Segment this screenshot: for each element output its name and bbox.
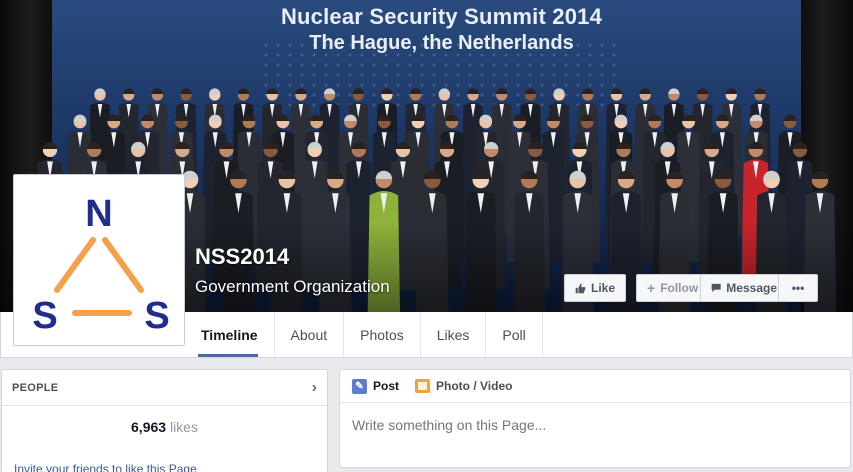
- composer-tabs: ✎ Post Photo / Video: [340, 370, 850, 403]
- logo-letter-s-left: S: [32, 295, 57, 337]
- message-icon: [711, 283, 721, 293]
- person-hair: [668, 88, 680, 94]
- person-hair: [553, 88, 565, 94]
- follow-label: Follow: [660, 281, 699, 295]
- person-hair: [696, 88, 709, 94]
- likes-count: 6,963: [131, 419, 167, 435]
- composer-input[interactable]: [340, 403, 850, 447]
- person-hair: [295, 88, 307, 94]
- more-options-button[interactable]: •••: [778, 274, 818, 302]
- person-hair: [209, 88, 221, 94]
- pencil-icon: ✎: [352, 378, 367, 394]
- likes-label: likes: [169, 419, 198, 435]
- person-hair: [438, 88, 450, 94]
- person-hair: [610, 88, 623, 94]
- person-hair: [237, 88, 250, 94]
- person-hair: [811, 170, 829, 179]
- tab-likes[interactable]: Likes: [421, 312, 487, 357]
- likes-count-row: 6,963 likes: [2, 406, 327, 435]
- person-hair: [639, 88, 651, 94]
- person-hair: [582, 88, 594, 94]
- person-hair: [151, 88, 164, 94]
- nss-logo: N S S: [17, 178, 181, 342]
- logo-letter-s-right: S: [144, 295, 169, 337]
- like-label: Like: [590, 281, 615, 295]
- person-hair: [123, 88, 135, 94]
- person-hair: [524, 88, 537, 94]
- thumbs-up-icon: [575, 283, 586, 293]
- page-tabs: Timeline About Photos Likes Poll: [198, 312, 543, 357]
- person-hair: [725, 88, 737, 94]
- profile-picture[interactable]: N S S: [13, 174, 185, 346]
- person-hair: [467, 88, 479, 94]
- logo-letter-n: N: [85, 193, 112, 235]
- follow-button[interactable]: + Follow: [636, 274, 710, 302]
- person-hair: [496, 88, 508, 94]
- page-category[interactable]: Government Organization: [195, 277, 390, 297]
- person-hair: [754, 88, 766, 94]
- invite-friends-link[interactable]: Invite your friends to like this Page: [14, 462, 197, 472]
- people-header[interactable]: PEOPLE ›: [2, 370, 327, 406]
- chevron-right-icon[interactable]: ›: [312, 379, 317, 397]
- tab-photos[interactable]: Photos: [344, 312, 421, 357]
- tab-about[interactable]: About: [275, 312, 345, 357]
- person-hair: [42, 141, 58, 149]
- tab-poll[interactable]: Poll: [486, 312, 543, 357]
- more-icon: •••: [791, 281, 805, 295]
- person-hair: [323, 88, 336, 94]
- post-tab-label: Post: [373, 379, 400, 393]
- secondary-actions: + Follow Message •••: [636, 274, 818, 302]
- photo-tab-label: Photo / Video: [436, 379, 513, 393]
- composer-tab-photo-video[interactable]: Photo / Video: [415, 379, 512, 393]
- person-hair: [266, 88, 278, 94]
- plus-icon: +: [647, 280, 656, 296]
- like-button[interactable]: Like: [564, 274, 626, 302]
- person-hair: [381, 88, 393, 94]
- person-hair: [73, 114, 87, 121]
- person-hair: [180, 88, 192, 94]
- page-actions: Like + Follow Message •••: [564, 274, 818, 302]
- people-title: PEOPLE: [12, 381, 59, 394]
- post-composer: ✎ Post Photo / Video: [339, 369, 851, 468]
- person-hair: [352, 88, 364, 94]
- person-hair: [94, 88, 106, 94]
- page-name[interactable]: NSS2014: [195, 244, 289, 270]
- person-hair: [410, 88, 422, 94]
- tab-timeline[interactable]: Timeline: [198, 312, 275, 357]
- message-label: Message: [726, 281, 777, 295]
- composer-tab-post[interactable]: ✎ Post: [352, 378, 400, 394]
- message-button[interactable]: Message: [700, 274, 788, 302]
- photo-icon: [415, 379, 431, 393]
- person-hair: [783, 114, 797, 121]
- people-box: PEOPLE › 6,963 likes Invite your friends…: [1, 369, 328, 472]
